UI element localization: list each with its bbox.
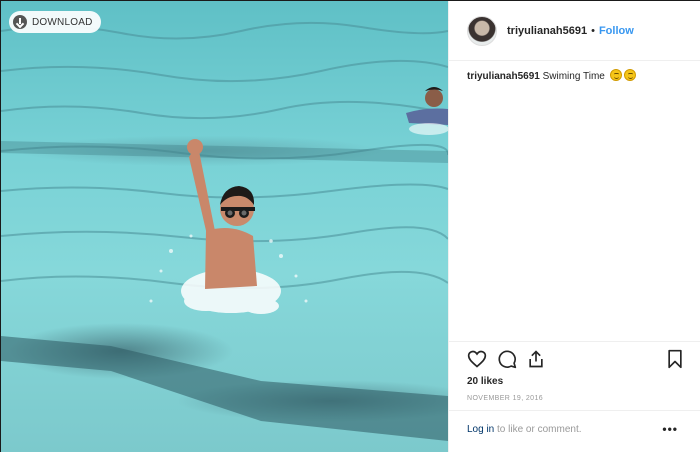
pool-scene [1, 21, 448, 441]
more-options-icon[interactable]: ••• [662, 422, 678, 436]
login-prompt: Log in to like or comment. [467, 424, 582, 435]
download-label: DOWNLOAD [32, 16, 93, 28]
grin-emoji-icon [609, 69, 622, 81]
post-photo[interactable]: DOWNLOAD [1, 1, 448, 452]
post-actions [467, 349, 687, 371]
download-button[interactable]: DOWNLOAD [9, 11, 101, 33]
post-sidebar: triyulianah5691 • Follow triyulianah5691… [448, 1, 700, 452]
caption-username[interactable]: triyulianah5691 [467, 71, 540, 82]
download-icon [13, 15, 27, 29]
instagram-embed: DOWNLOAD triyulianah5691 • Follow triyul… [0, 0, 700, 452]
login-link[interactable]: Log in [467, 424, 494, 435]
post-date: NOVEMBER 19, 2016 [467, 395, 544, 402]
share-icon[interactable] [526, 349, 546, 369]
heart-icon[interactable] [467, 349, 487, 369]
like-count[interactable]: 20 likes [467, 376, 503, 387]
avatar[interactable] [467, 15, 497, 46]
actions-divider [449, 341, 700, 342]
comment-icon[interactable] [497, 349, 517, 369]
follow-button[interactable]: Follow [599, 25, 634, 37]
header-username[interactable]: triyulianah5691 [507, 25, 587, 37]
post-caption: triyulianah5691 Swiming Time [467, 69, 687, 84]
post-header: triyulianah5691 • Follow [449, 1, 700, 61]
grin-emoji-icon [623, 69, 636, 81]
bookmark-icon[interactable] [665, 349, 685, 369]
comment-divider [449, 410, 700, 411]
login-prompt-text: to like or comment. [494, 424, 582, 435]
caption-text: Swiming Time [542, 71, 605, 82]
header-separator: • [591, 24, 595, 37]
